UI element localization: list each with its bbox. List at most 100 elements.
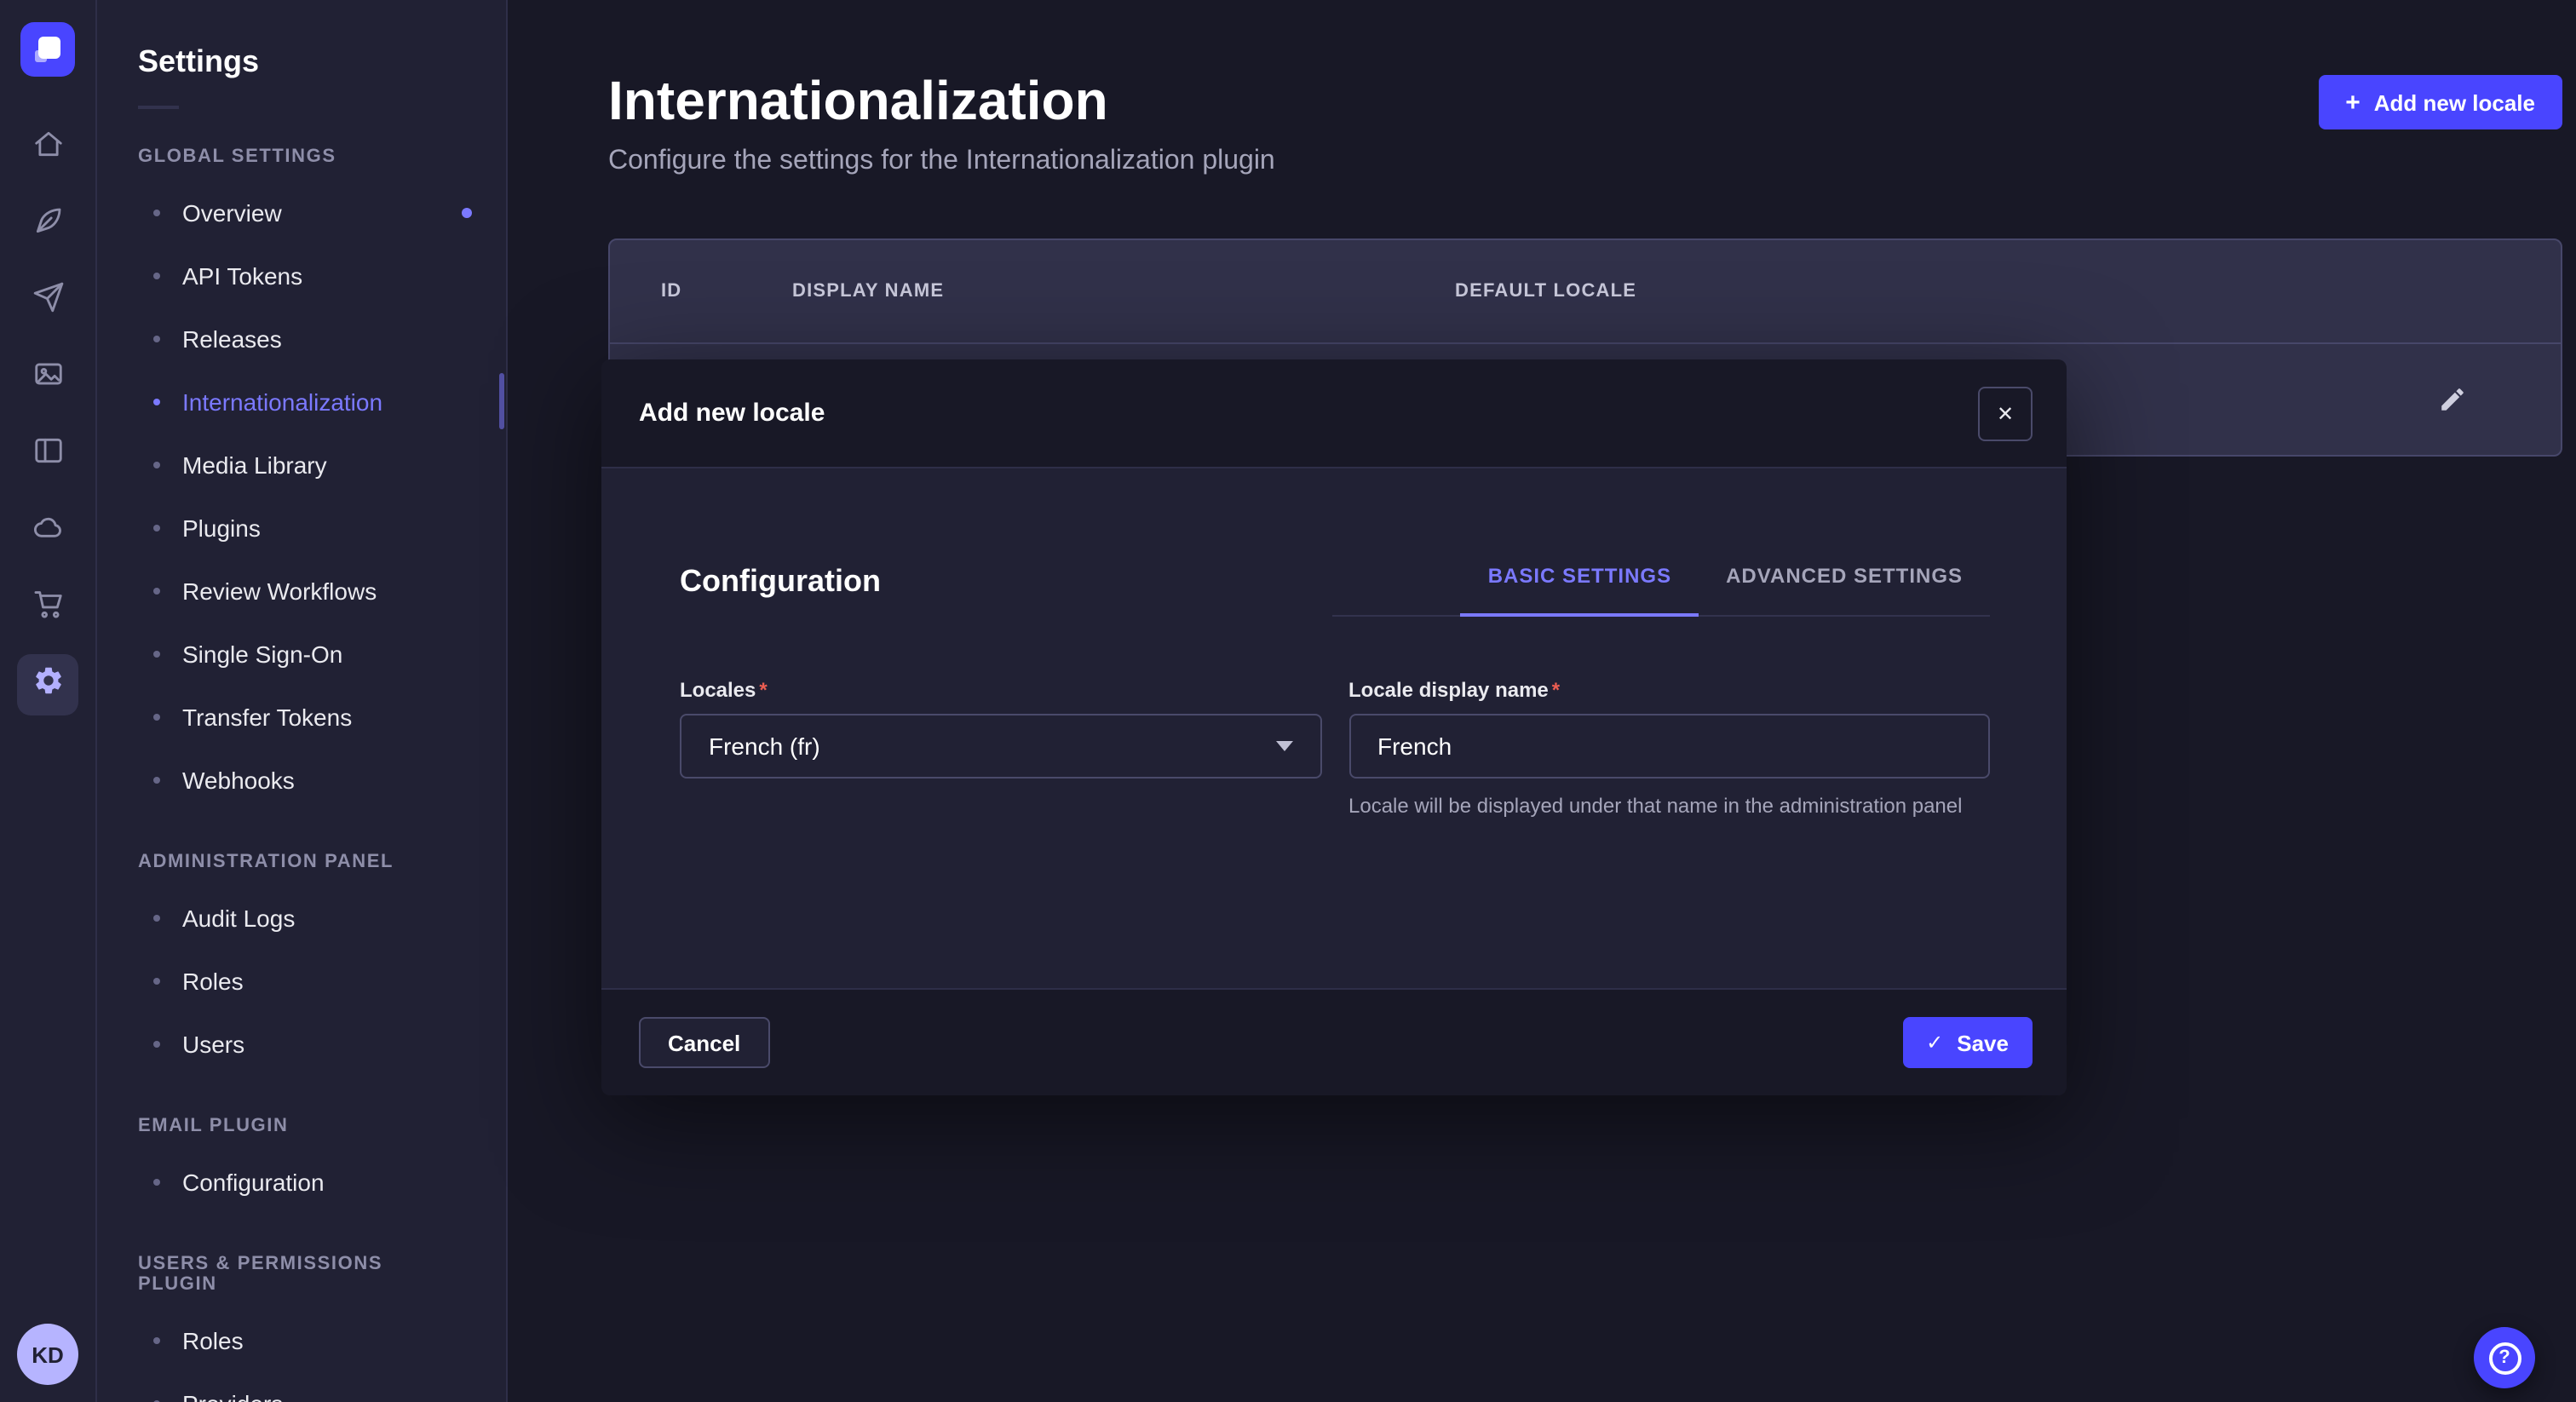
sidebar-item-audit-logs[interactable]: Audit Logs: [97, 886, 506, 949]
display-name-input[interactable]: [1348, 714, 1990, 779]
bullet-icon: [153, 776, 160, 783]
locales-select[interactable]: French (fr): [680, 714, 1321, 779]
locales-select-value: French (fr): [709, 733, 820, 760]
bullet-icon: [153, 335, 160, 342]
sidebar-item-label: Internationalization: [182, 388, 382, 415]
rail-item-cloud[interactable]: [17, 501, 78, 562]
table-header-row: IDDISPLAY NAMEDEFAULT LOCALE: [610, 240, 2561, 342]
sidebar-item-label: Releases: [182, 325, 282, 352]
settings-tabs: BASIC SETTINGSADVANCED SETTINGS: [1332, 533, 1990, 617]
sidebar-item-roles[interactable]: Roles: [97, 1308, 506, 1371]
sidebar-item-webhooks[interactable]: Webhooks: [97, 748, 506, 811]
locales-field: Locales* French (fr): [680, 678, 1321, 821]
rail-items: [17, 118, 78, 715]
cloud-icon: [32, 511, 64, 552]
marketplace-icon: [32, 588, 64, 629]
sidebar-item-single-sign-on[interactable]: Single Sign-On: [97, 622, 506, 685]
sidebar-divider: [138, 106, 179, 109]
user-avatar[interactable]: KD: [17, 1324, 78, 1385]
configuration-row: Configuration BASIC SETTINGSADVANCED SET…: [680, 533, 1990, 617]
main-nav-rail: KD: [0, 0, 97, 1402]
question-icon: ?: [2488, 1342, 2521, 1374]
sidebar-item-media-library[interactable]: Media Library: [97, 433, 506, 496]
sidebar-section-label: USERS & PERMISSIONS PLUGIN: [138, 1254, 465, 1295]
save-button-label: Save: [1957, 1030, 2009, 1055]
cancel-button[interactable]: Cancel: [639, 1017, 769, 1068]
releases-icon: [32, 281, 64, 322]
add-button-label: Add new locale: [2374, 89, 2535, 115]
sidebar-item-label: Configuration: [182, 1168, 325, 1195]
sidebar-item-users[interactable]: Users: [97, 1012, 506, 1075]
column-header-id: ID: [661, 281, 792, 302]
locales-label: Locales*: [680, 678, 1321, 702]
strapi-logo[interactable]: [20, 22, 75, 77]
bullet-icon: [153, 1336, 160, 1343]
page-title: Internationalization: [608, 68, 1275, 133]
bullet-icon: [153, 914, 160, 921]
help-button[interactable]: ?: [2474, 1327, 2535, 1388]
column-header-display-name: DISPLAY NAME: [792, 281, 1455, 302]
sidebar-item-label: Media Library: [182, 451, 327, 478]
rail-item-releases[interactable]: [17, 271, 78, 332]
sidebar-item-label: Transfer Tokens: [182, 703, 352, 730]
home-icon: [32, 128, 64, 169]
display-name-hint: Locale will be displayed under that name…: [1348, 792, 1990, 821]
chevron-down-icon: [1275, 741, 1292, 751]
app-window: KD Settings GLOBAL SETTINGSOverviewAPI T…: [0, 0, 2576, 1402]
sidebar-item-releases[interactable]: Releases: [97, 307, 506, 370]
tab-advanced-settings[interactable]: ADVANCED SETTINGS: [1699, 533, 1990, 617]
bullet-icon: [153, 1178, 160, 1185]
sidebar-item-label: Roles: [182, 967, 244, 994]
rail-item-home[interactable]: [17, 118, 78, 179]
sidebar-item-review-workflows[interactable]: Review Workflows: [97, 559, 506, 622]
tab-basic-settings[interactable]: BASIC SETTINGS: [1461, 533, 1699, 617]
bullet-icon: [153, 1040, 160, 1047]
sidebar-item-configuration[interactable]: Configuration: [97, 1150, 506, 1213]
sidebar-item-plugins[interactable]: Plugins: [97, 496, 506, 559]
modal-section-title: Configuration: [680, 564, 881, 600]
sidebar-section-label: GLOBAL SETTINGS: [138, 147, 465, 167]
sidebar-item-label: Providers: [182, 1389, 283, 1402]
required-asterisk: *: [759, 678, 767, 702]
plus-icon: +: [2345, 89, 2360, 115]
bullet-icon: [153, 977, 160, 984]
save-button[interactable]: ✓ Save: [1902, 1017, 2033, 1068]
sidebar-item-label: Users: [182, 1030, 244, 1057]
add-new-locale-button[interactable]: + Add new locale: [2318, 75, 2562, 129]
bullet-icon: [153, 713, 160, 720]
edit-locale-button[interactable]: [2431, 379, 2472, 420]
bullet-icon: [153, 524, 160, 531]
sidebar-section-label: EMAIL PLUGIN: [138, 1116, 465, 1136]
sidebar-item-api-tokens[interactable]: API Tokens: [97, 244, 506, 307]
locale-form: Locales* French (fr) Locale display name…: [680, 678, 1990, 821]
sidebar-item-roles[interactable]: Roles: [97, 949, 506, 1012]
rail-item-media-library[interactable]: [17, 348, 78, 409]
sidebar-item-label: API Tokens: [182, 261, 302, 289]
sidebar-item-label: Webhooks: [182, 766, 295, 793]
sidebar-item-label: Roles: [182, 1326, 244, 1353]
rail-item-content-type-builder[interactable]: [17, 424, 78, 486]
sidebar-item-label: Plugins: [182, 514, 261, 541]
sidebar-item-transfer-tokens[interactable]: Transfer Tokens: [97, 685, 506, 748]
modal-footer: Cancel ✓ Save: [601, 988, 2067, 1095]
pencil-icon: [2437, 385, 2466, 414]
bullet-icon: [153, 461, 160, 468]
content-type-builder-icon: [32, 434, 64, 475]
settings-sidebar: Settings GLOBAL SETTINGSOverviewAPI Toke…: [97, 0, 508, 1402]
column-header-default-locale: DEFAULT LOCALE: [1455, 281, 2510, 302]
rail-item-content-manager[interactable]: [17, 194, 78, 256]
sidebar-item-providers[interactable]: Providers: [97, 1371, 506, 1402]
rail-item-marketplace[interactable]: [17, 577, 78, 639]
sidebar-item-internationalization[interactable]: Internationalization: [97, 370, 506, 433]
modal-close-button[interactable]: ✕: [1978, 386, 2033, 440]
required-asterisk: *: [1552, 678, 1560, 702]
bullet-icon: [153, 587, 160, 594]
rail-item-settings[interactable]: [17, 654, 78, 715]
display-name-field: Locale display name* Locale will be disp…: [1348, 678, 1990, 821]
page-subtitle: Configure the settings for the Internati…: [608, 147, 1275, 177]
add-locale-modal: Add new locale ✕ Configuration BASIC SET…: [601, 359, 2067, 1095]
sidebar-section-label: ADMINISTRATION PANEL: [138, 852, 465, 872]
sidebar-item-overview[interactable]: Overview: [97, 181, 506, 244]
settings-icon: [32, 664, 64, 705]
notification-dot: [462, 207, 472, 217]
